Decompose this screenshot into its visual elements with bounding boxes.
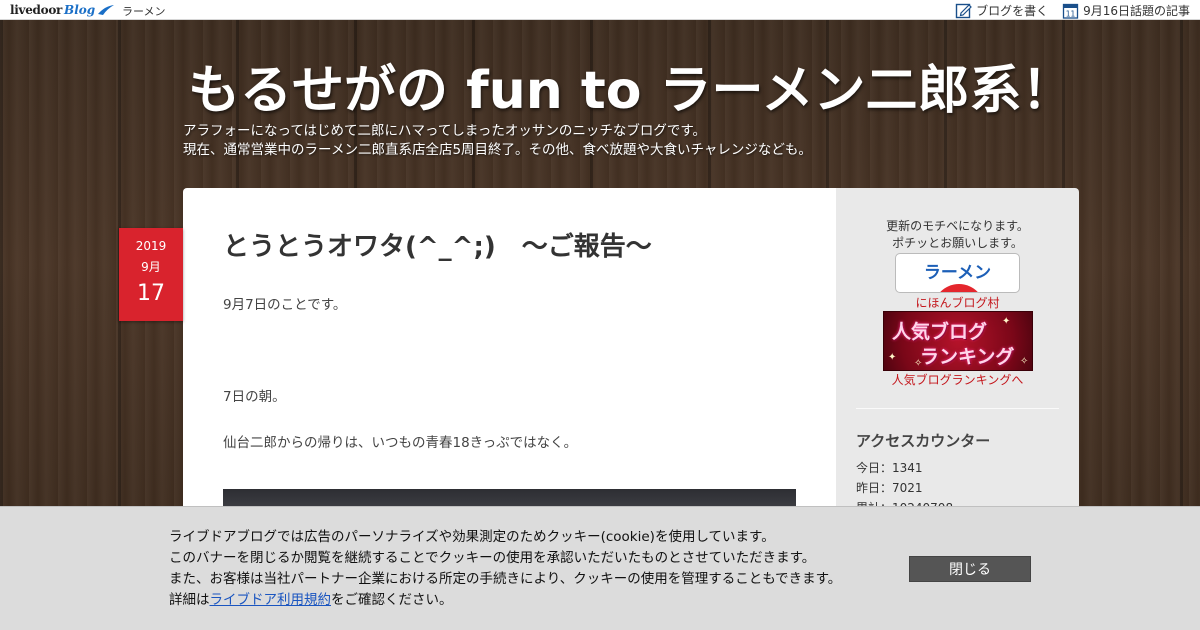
- calendar-day-number: 11: [1066, 9, 1076, 18]
- sidebar-divider: [856, 408, 1059, 409]
- site-description: アラフォーになってはじめて二郎にハマってしまったオッサンのニッチなブログです。 …: [183, 122, 1083, 160]
- cookie-text-line: 詳細はライブドア利用規約をご確認ください。: [169, 590, 841, 611]
- cookie-details-prefix: 詳細は: [169, 592, 210, 608]
- post-paragraph: 7日の朝。: [223, 389, 286, 405]
- cookie-close-button[interactable]: 閉じる: [909, 556, 1031, 582]
- post-paragraph: 仙台二郎からの帰りは、いつもの青春18きっぷではなく。: [223, 435, 578, 451]
- access-today: 今日：1341: [856, 461, 923, 475]
- post-date-month: 9月: [141, 260, 161, 274]
- sidebar-message-line: 更新のモチベになります。: [886, 219, 1029, 233]
- logo-swoosh-icon: [98, 5, 115, 15]
- ranking-banner-text: 人気ブログ: [892, 321, 988, 343]
- site-description-line: 現在、通常営業中のラーメン二郎直系店全店5周目終了。その他、食べ放題や大食いチャ…: [183, 142, 812, 158]
- calendar-icon: 11: [1062, 3, 1079, 19]
- post-date-day: 17: [137, 281, 165, 306]
- access-yesterday: 昨日：7021: [856, 481, 923, 495]
- livedoor-blog-logo[interactable]: livedoor Blog: [10, 2, 115, 18]
- topic-articles-label: 9月16日話題の記事: [1083, 3, 1190, 18]
- sparkle-icon: ✧: [1020, 356, 1029, 367]
- topic-articles-link[interactable]: 11 9月16日話題の記事: [1062, 2, 1190, 19]
- write-blog-label: ブログを書く: [976, 3, 1049, 18]
- write-blog-link[interactable]: ブログを書く: [955, 2, 1048, 19]
- site-description-line: アラフォーになってはじめて二郎にハマってしまったオッサンのニッチなブログです。: [183, 123, 706, 139]
- rising-sun-graphic: [933, 284, 985, 292]
- logo-blog-text: Blog: [64, 3, 96, 17]
- site-title[interactable]: もるせがの fun to ラーメン二郎系！: [188, 48, 1088, 123]
- post-title[interactable]: とうとうオワタ(^_^;) ～ご報告～: [223, 226, 652, 263]
- blog-ranking-link[interactable]: 人気ブログランキングへ: [836, 371, 1079, 388]
- cookie-text-line: また、お客様は当社パートナー企業における所定の手続きにより、クッキーの使用を管理…: [169, 571, 842, 587]
- nihon-blogmura-link[interactable]: にほんブログ村: [836, 294, 1079, 311]
- sidebar-message-line: ポチッとお願いします。: [892, 236, 1023, 250]
- post-date-badge: 2019 9月 17: [119, 228, 183, 321]
- access-counter-heading: アクセスカウンター: [856, 432, 991, 450]
- cookie-text-line: ライブドアブログでは広告のパーソナライズや効果測定のためクッキー(cookie)…: [169, 529, 775, 545]
- ranking-banner-text: ランキング: [920, 346, 1015, 368]
- nihon-blogmura-ramen-banner[interactable]: ラーメン: [895, 253, 1020, 293]
- post-paragraph: 9月7日のことです。: [223, 297, 347, 313]
- sparkle-icon: ✦: [1002, 316, 1011, 327]
- blog-ranking-banner[interactable]: ✦ ✦ ✧ ✧ 人気ブログ ランキング: [883, 311, 1033, 371]
- cookie-consent-text: ライブドアブログでは広告のパーソナライズや効果測定のためクッキー(cookie)…: [169, 527, 841, 611]
- logo-livedoor-text: livedoor: [10, 3, 63, 17]
- category-link[interactable]: ラーメン: [122, 3, 166, 19]
- sparkle-icon: ✦: [888, 352, 897, 363]
- top-bar: livedoor Blog ラーメン ブログを書く 11 9月16日話題の記事: [0, 0, 1200, 20]
- ramen-banner-label: ラーメン: [923, 263, 992, 283]
- cookie-text-line: このバナーを閉じるか閲覧を継続することでクッキーの使用を承認いただいたものとさせ…: [169, 550, 816, 566]
- cookie-consent-banner: ライブドアブログでは広告のパーソナライズや効果測定のためクッキー(cookie)…: [0, 506, 1200, 630]
- pencil-edit-icon: [955, 3, 972, 18]
- post-date-year: 2019: [135, 239, 167, 253]
- terms-of-use-link[interactable]: ライブドア利用規約: [210, 592, 332, 608]
- cookie-details-suffix: をご確認ください。: [331, 592, 453, 608]
- sidebar-message: 更新のモチベになります。 ポチッとお願いします。: [836, 218, 1079, 252]
